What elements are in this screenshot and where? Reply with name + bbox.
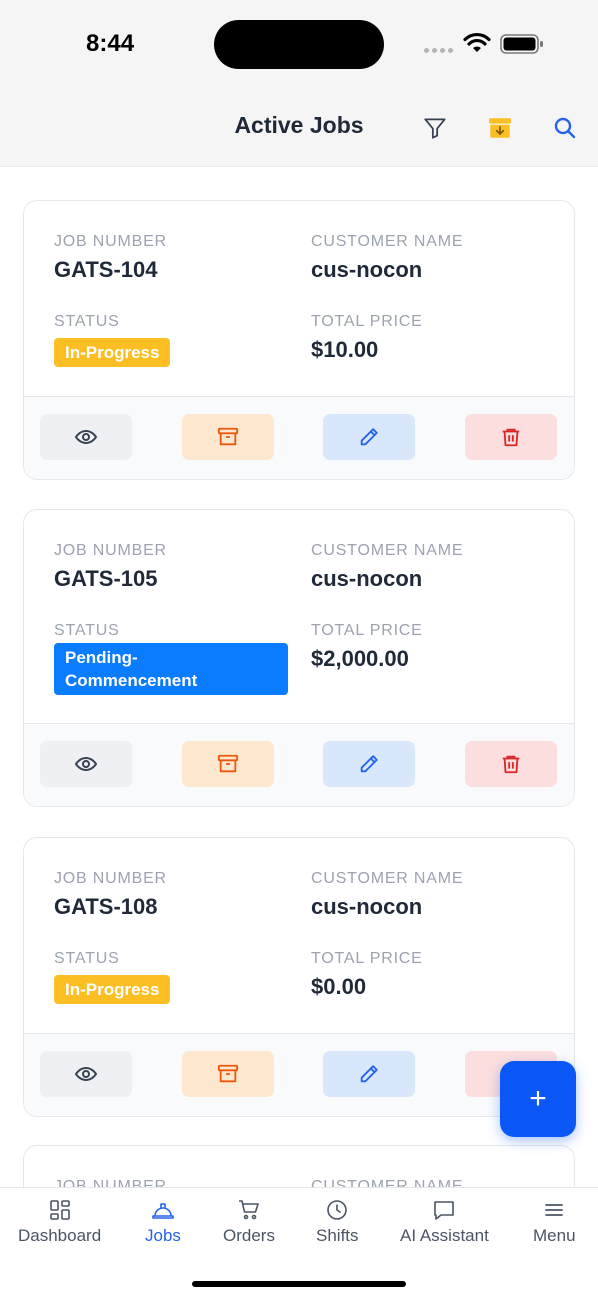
eye-icon <box>74 1066 98 1082</box>
app-header: Active Jobs <box>0 90 598 167</box>
job-number-value: GATS-108 <box>54 894 158 919</box>
pencil-icon <box>360 755 378 773</box>
status-badge-line2: Commencement <box>65 671 198 690</box>
chat-icon <box>434 1201 455 1220</box>
status-badge: In-Progress <box>54 338 171 367</box>
hard-hat-icon <box>152 1203 174 1219</box>
card-actions <box>24 397 574 479</box>
status-time: 8:44 <box>86 30 135 57</box>
customer-name-value: cus-nocon <box>311 566 423 591</box>
archive-icon <box>217 1064 239 1083</box>
edit-button[interactable] <box>323 1051 415 1097</box>
wifi-icon <box>463 32 491 52</box>
search-button[interactable] <box>547 110 583 146</box>
total-price-value: $10.00 <box>311 337 379 362</box>
job-number-label: JOB NUMBER <box>54 542 167 559</box>
job-number-label: JOB NUMBER <box>54 233 167 250</box>
tab-label: AI Assistant <box>400 1226 489 1245</box>
job-number-label: JOB NUMBER <box>54 1178 167 1187</box>
total-price-value: $0.00 <box>311 974 367 999</box>
tab-label: Dashboard <box>18 1226 102 1245</box>
jobs-list[interactable]: JOB NUMBER GATS-104 CUSTOMER NAME cus-no… <box>0 167 598 1187</box>
eye-icon <box>74 429 98 445</box>
view-button[interactable] <box>40 414 132 460</box>
status-badge: Pending- Commencement <box>54 643 288 695</box>
tab-label: Menu <box>533 1226 576 1245</box>
customer-name-value: cus-nocon <box>311 257 423 282</box>
status-bar: 8:44 <box>0 0 598 90</box>
delete-button[interactable] <box>465 741 557 787</box>
total-price-label: TOTAL PRICE <box>311 313 423 330</box>
archive-job-button[interactable] <box>182 414 274 460</box>
job-card[interactable]: JOB NUMBER GATS-108 CUSTOMER NAME cus-no… <box>23 837 575 1117</box>
view-button[interactable] <box>40 741 132 787</box>
customer-name-label: CUSTOMER NAME <box>311 233 464 250</box>
view-button[interactable] <box>40 1051 132 1097</box>
grid-icon <box>49 1200 70 1220</box>
signal-dots-icon <box>424 48 453 53</box>
menu-icon <box>545 1204 564 1216</box>
status-label: STATUS <box>54 622 120 639</box>
cart-icon <box>238 1200 259 1220</box>
tab-shifts[interactable]: Shifts <box>316 1198 359 1246</box>
tab-orders[interactable]: Orders <box>223 1198 275 1246</box>
tab-label: Jobs <box>145 1226 181 1245</box>
battery-icon <box>500 34 543 54</box>
customer-name-value: cus-nocon <box>311 894 423 919</box>
search-icon <box>554 117 576 139</box>
tab-dashboard[interactable]: Dashboard <box>18 1198 101 1246</box>
trash-icon <box>502 755 520 774</box>
archive-icon <box>217 754 239 773</box>
job-card[interactable]: JOB NUMBER CUSTOMER NAME <box>23 1145 575 1187</box>
clock-icon <box>327 1200 348 1220</box>
tab-menu[interactable]: Menu <box>533 1198 576 1246</box>
status-label: STATUS <box>54 950 120 967</box>
pencil-icon <box>360 428 378 446</box>
add-job-button[interactable]: + <box>500 1061 576 1137</box>
status-badge: In-Progress <box>54 975 171 1004</box>
archive-icon <box>489 118 511 138</box>
filter-button[interactable] <box>417 110 453 146</box>
customer-name-label: CUSTOMER NAME <box>311 870 464 887</box>
status-label: STATUS <box>54 313 120 330</box>
tab-jobs[interactable]: Jobs <box>145 1198 181 1246</box>
edit-button[interactable] <box>323 741 415 787</box>
card-actions <box>24 1034 574 1116</box>
home-indicator[interactable] <box>192 1281 406 1287</box>
eye-icon <box>74 756 98 772</box>
job-card[interactable]: JOB NUMBER GATS-105 CUSTOMER NAME cus-no… <box>23 509 575 807</box>
customer-name-label: CUSTOMER NAME <box>311 542 464 559</box>
archive-button[interactable] <box>482 110 518 146</box>
total-price-value: $2,000.00 <box>311 646 409 671</box>
archive-job-button[interactable] <box>182 1051 274 1097</box>
dynamic-island <box>214 20 384 69</box>
job-number-value: GATS-105 <box>54 566 158 591</box>
filter-icon <box>424 118 446 139</box>
customer-name-label: CUSTOMER NAME <box>311 1178 464 1187</box>
pencil-icon <box>360 1065 378 1083</box>
edit-button[interactable] <box>323 414 415 460</box>
tab-label: Shifts <box>316 1226 359 1245</box>
total-price-label: TOTAL PRICE <box>311 622 423 639</box>
delete-button[interactable] <box>465 414 557 460</box>
plus-icon: + <box>529 1082 547 1115</box>
tab-label: Orders <box>223 1226 275 1245</box>
tab-ai-assistant[interactable]: AI Assistant <box>400 1198 489 1246</box>
trash-icon <box>502 428 520 447</box>
archive-icon <box>217 427 239 446</box>
status-badge-line1: Pending- <box>65 648 138 667</box>
job-number-label: JOB NUMBER <box>54 870 167 887</box>
archive-job-button[interactable] <box>182 741 274 787</box>
job-number-value: GATS-104 <box>54 257 158 282</box>
card-actions <box>24 724 574 806</box>
job-card[interactable]: JOB NUMBER GATS-104 CUSTOMER NAME cus-no… <box>23 200 575 480</box>
total-price-label: TOTAL PRICE <box>311 950 423 967</box>
